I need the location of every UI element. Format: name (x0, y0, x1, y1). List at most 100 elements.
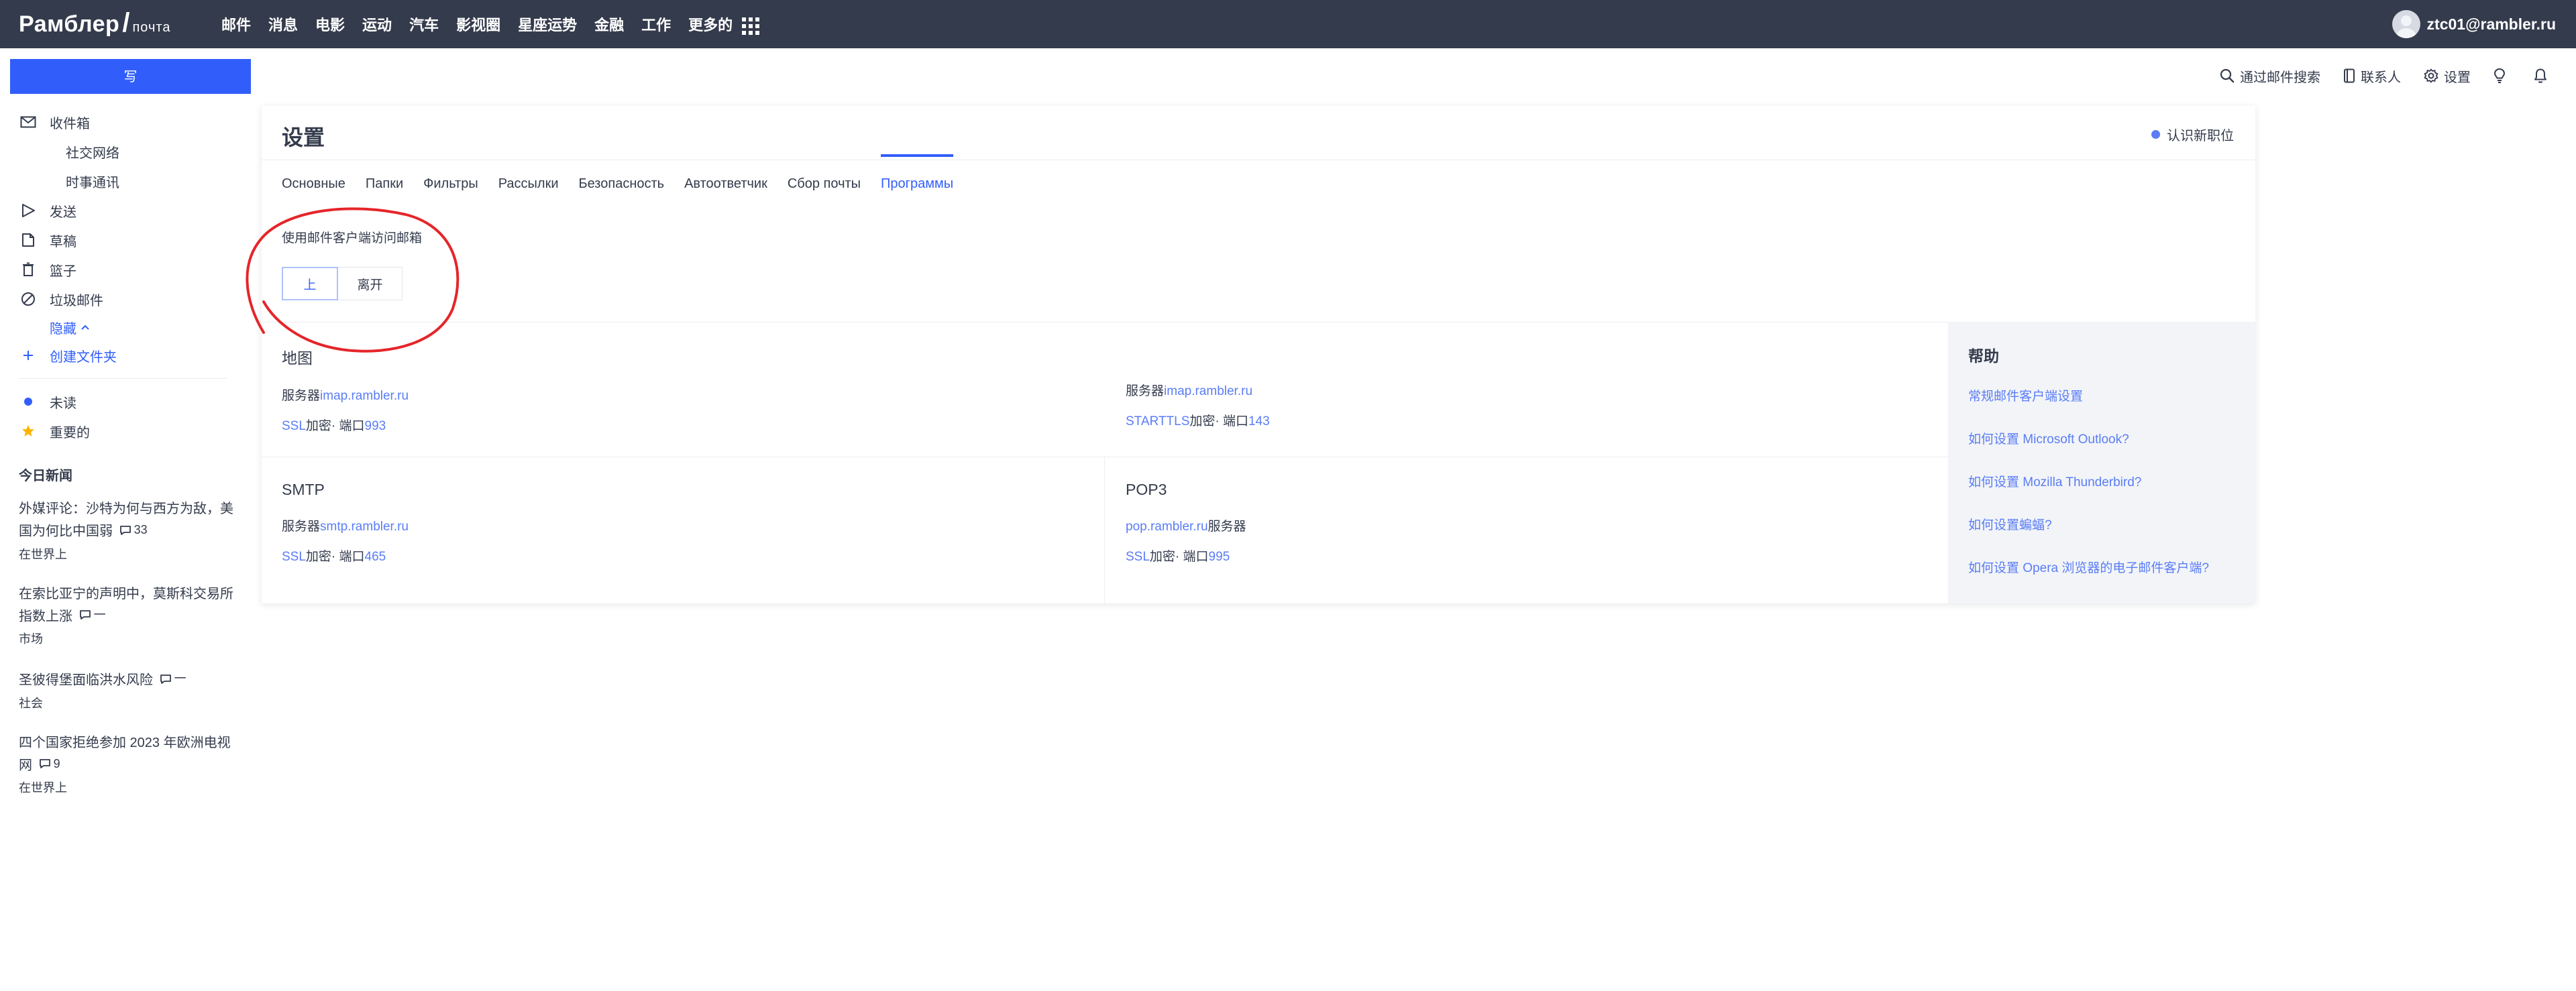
sidebar-item-sent[interactable]: 发送 (19, 196, 233, 225)
sidebar-divider (19, 378, 227, 379)
encryption-port-label: 加密· 端口 (305, 419, 365, 433)
server-label: 服务器 (282, 520, 321, 534)
smtp-security-line: SSL加密· 端口465 (282, 546, 409, 565)
tab-mail-collection[interactable]: Сбор почты (788, 176, 861, 192)
imap2-server-line: 服务器imap.rambler.ru (1126, 381, 1270, 399)
sidebar-item-social[interactable]: 社交网络 (19, 137, 233, 166)
sidebar-item-unread[interactable]: 未读 (19, 387, 233, 416)
help-link-general[interactable]: 常规邮件客户端设置 (1968, 386, 2209, 404)
notifications-button[interactable] (2534, 68, 2553, 84)
tab-mailings[interactable]: Рассылки (498, 176, 559, 192)
chevron-up-icon (81, 325, 89, 330)
draft-page-icon (19, 231, 38, 249)
search-icon (2220, 68, 2235, 83)
compose-button[interactable]: 写 (10, 59, 251, 94)
imap2-port: 143 (1248, 414, 1270, 428)
nav-news[interactable]: 消息 (268, 13, 298, 35)
blocked-icon (19, 290, 38, 308)
tab-general[interactable]: Основные (282, 176, 345, 192)
tab-security[interactable]: Безопасность (578, 176, 664, 192)
toggle-off-button[interactable]: 离开 (338, 267, 402, 300)
toggle-on-button[interactable]: 上 (282, 267, 338, 300)
settings-button[interactable]: 设置 (2424, 66, 2471, 86)
nav-horoscope[interactable]: 星座运势 (518, 13, 577, 35)
smtp-encryption: SSL (282, 550, 306, 564)
imap2-security-line: STARTTLS加密· 端口143 (1126, 411, 1270, 429)
news-item[interactable]: 四个国家拒绝参加 2023 年欧洲电视 网 9 在世界上 (19, 733, 233, 797)
sidebar-item-inbox[interactable]: 收件箱 (19, 107, 233, 137)
logo-main: Рамблер (19, 11, 120, 37)
pop3-encryption: SSL (1126, 550, 1150, 564)
smtp-title: SMTP (282, 481, 325, 498)
news-headline-line: 外媒评论：沙特为何与西方为敌，美 (19, 502, 233, 516)
smtp-server-value: smtp.rambler.ru (320, 520, 409, 534)
imap-title: 地图 (282, 349, 313, 367)
rambler-logo[interactable]: Рамблер / почта (19, 8, 170, 38)
help-panel: 帮助 常规邮件客户端设置 如何设置 Microsoft Outlook? 如何设… (1948, 322, 2255, 603)
nav-mail[interactable]: 邮件 (221, 13, 251, 35)
hide-folders-link[interactable]: 隐藏 (19, 314, 233, 341)
contacts-button[interactable]: 联系人 (2343, 66, 2401, 86)
mail-client-access-toggle: 上 离开 (282, 267, 402, 300)
sidebar-item-trash[interactable]: 篮子 (19, 255, 233, 284)
comments-number: 一 (93, 607, 106, 622)
server-label: 服务器 (1208, 520, 1246, 534)
sidebar-item-drafts[interactable]: 草稿 (19, 225, 233, 255)
nav-finance[interactable]: 金融 (594, 13, 624, 35)
user-email: ztc01@rambler.ru (2426, 15, 2556, 33)
server-label: 服务器 (282, 389, 321, 403)
nav-tv[interactable]: 影视圈 (456, 13, 500, 35)
comments-count: 33 (119, 520, 148, 540)
comment-icon (79, 610, 91, 620)
sidebar-item-newsletters[interactable]: 时事通讯 (19, 166, 233, 196)
contacts-book-icon (2344, 68, 2355, 83)
nav-more[interactable]: 更多的 (688, 13, 760, 36)
comments-count: 9 (39, 754, 60, 774)
nav-sport[interactable]: 运动 (362, 13, 392, 35)
encryption-port-label: 加密· 端口 (1149, 550, 1209, 564)
whats-new-label: 认识新职位 (2167, 129, 2234, 143)
sidebar-item-important[interactable]: 重要的 (19, 416, 233, 446)
imap-block: 地图 服务器imap.rambler.ru SSL加密· 端口993 (282, 345, 409, 434)
search-mail-button[interactable]: 通过邮件搜索 (2220, 66, 2320, 86)
imap-port: 993 (364, 419, 386, 433)
sidebar: 收件箱 社交网络 时事通讯 发送 草稿 篮子 垃圾邮件 隐藏 创建文件夹 未读 … (19, 107, 233, 817)
whats-new-link[interactable]: 认识新职位 (2151, 125, 2234, 144)
sidebar-item-label: 发送 (50, 205, 76, 220)
news-item[interactable]: 圣彼得堡面临洪水风险 一 社会 (19, 668, 233, 711)
nav-more-label: 更多的 (688, 16, 733, 34)
send-arrow-icon (19, 201, 38, 220)
contacts-label: 联系人 (2361, 70, 2401, 85)
tab-filters[interactable]: Фильтры (423, 176, 478, 192)
sidebar-item-label: 未读 (50, 396, 76, 411)
sidebar-item-spam[interactable]: 垃圾邮件 (19, 284, 233, 314)
nav-movies[interactable]: 电影 (315, 13, 345, 35)
help-link-thunderbird[interactable]: 如何设置 Mozilla Thunderbird? (1968, 472, 2209, 490)
tab-folders[interactable]: Папки (366, 176, 403, 192)
news-headline: 在索比亚宁的声明中，莫斯科交易所 指数上涨 一 (19, 584, 233, 628)
help-link-opera[interactable]: 如何设置 Opera 浏览器的电子邮件客户端? (1968, 558, 2209, 576)
tips-button[interactable] (2493, 68, 2511, 84)
news-item[interactable]: 在索比亚宁的声明中，莫斯科交易所 指数上涨 一 市场 (19, 584, 233, 648)
sidebar-item-label: 草稿 (50, 234, 76, 249)
comments-number: 33 (133, 523, 148, 536)
bell-icon (2534, 68, 2546, 83)
create-folder-button[interactable]: 创建文件夹 (19, 341, 233, 370)
sidebar-item-label: 时事通讯 (66, 175, 119, 190)
nav-jobs[interactable]: 工作 (641, 13, 671, 35)
toolbar: 通过邮件搜索 联系人 设置 (2197, 64, 2553, 87)
avatar (2392, 10, 2420, 38)
user-menu[interactable]: ztc01@rambler.ru (2392, 0, 2556, 48)
help-link-outlook[interactable]: 如何设置 Microsoft Outlook? (1968, 429, 2209, 447)
help-link-thebat[interactable]: 如何设置蝙蝠? (1968, 515, 2209, 533)
tab-programs[interactable]: Программы (881, 154, 954, 192)
encryption-port-label: 加密· 端口 (305, 550, 365, 564)
tab-autoresponder[interactable]: Автоответчик (684, 176, 767, 192)
smtp-block: SMTP 服务器smtp.rambler.ru SSL加密· 端口465 (282, 481, 409, 565)
nav-auto[interactable]: 汽车 (409, 13, 439, 35)
comments-count: 一 (79, 605, 106, 626)
help-title: 帮助 (1968, 347, 1999, 365)
news-item[interactable]: 外媒评论：沙特为何与西方为敌，美 国为何比中国弱 33 在世界上 (19, 499, 233, 563)
comment-icon (39, 759, 50, 768)
encryption-port-label: 加密· 端口 (1189, 414, 1248, 428)
